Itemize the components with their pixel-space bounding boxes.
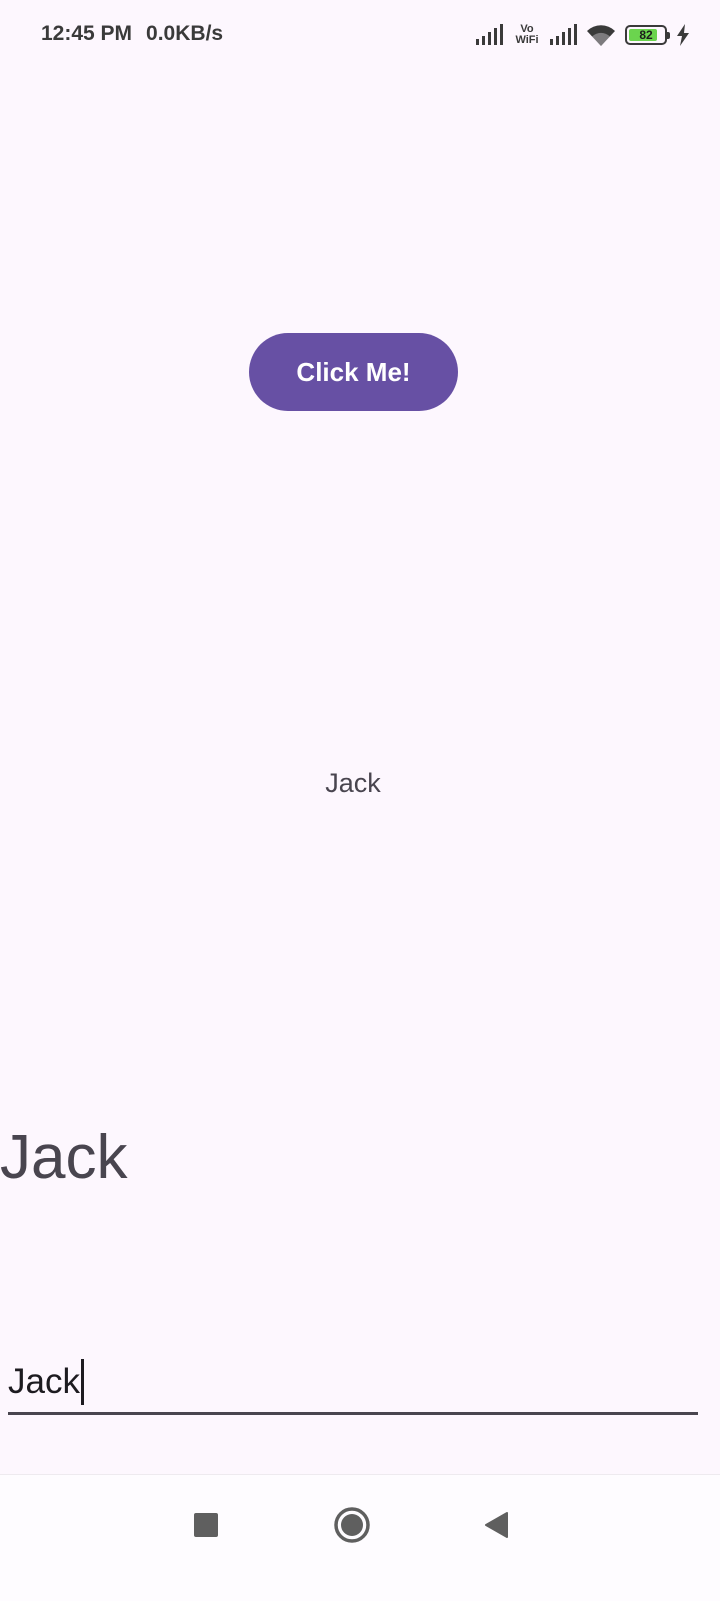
recent-apps-button[interactable] bbox=[174, 1493, 238, 1557]
center-text-label: Jack bbox=[325, 768, 381, 798]
battery-icon: 82 bbox=[625, 25, 670, 45]
battery-level: 82 bbox=[639, 28, 653, 42]
click-me-button[interactable]: Click Me! bbox=[249, 333, 458, 411]
name-input[interactable]: Jack bbox=[8, 1352, 698, 1415]
vowifi-bottom-label: WiFi bbox=[515, 34, 539, 46]
name-input-value: Jack bbox=[8, 1362, 80, 1401]
status-icons: Vo WiFi 82 bbox=[466, 20, 690, 50]
home-button[interactable] bbox=[320, 1493, 384, 1557]
wifi-icon bbox=[587, 25, 615, 46]
vowifi-icon: Vo WiFi bbox=[514, 24, 540, 46]
large-text-label: Jack bbox=[0, 1123, 128, 1192]
navigation-bar bbox=[0, 1474, 720, 1601]
back-icon bbox=[485, 1512, 508, 1538]
home-icon bbox=[334, 1507, 370, 1543]
status-left: 12:45 PM 0.0KB/s bbox=[41, 22, 237, 46]
text-cursor bbox=[80, 1359, 84, 1405]
signal-icon bbox=[550, 24, 577, 45]
status-time: 12:45 PM bbox=[41, 22, 133, 45]
recent-apps-icon bbox=[194, 1513, 218, 1537]
signal-icon bbox=[476, 24, 503, 45]
network-speed: 0.0KB/s bbox=[146, 22, 224, 45]
back-button[interactable] bbox=[464, 1493, 528, 1557]
status-bar: 12:45 PM 0.0KB/s Vo WiFi 82 bbox=[0, 0, 720, 70]
charging-icon bbox=[677, 24, 689, 46]
